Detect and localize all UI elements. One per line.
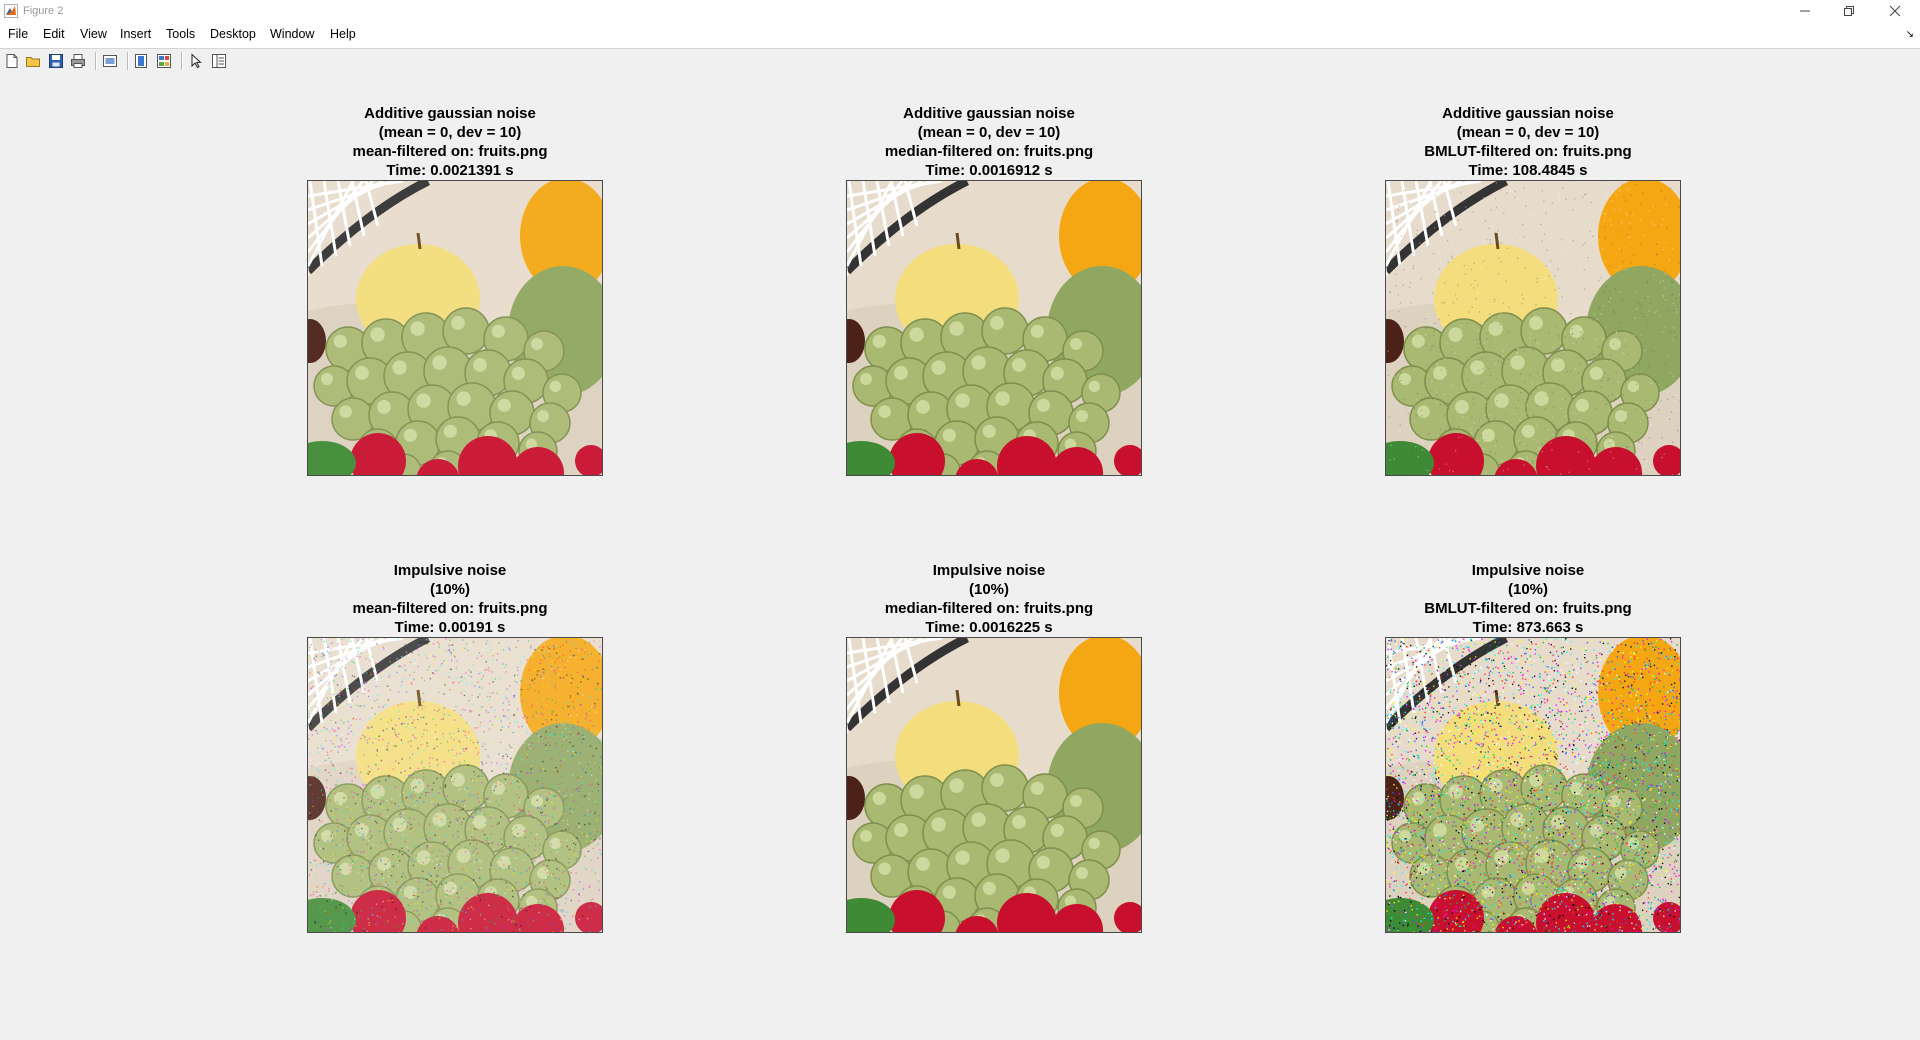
title-line-2: (mean = 0, dev = 10) (917, 124, 1061, 141)
subplot-title: Additive gaussian noise (mean = 0, dev =… (1378, 104, 1678, 180)
title-line-4: Time: 108.4845 s (1468, 162, 1588, 179)
print-button[interactable] (68, 51, 88, 71)
toolbar-separator (95, 52, 97, 70)
menu-desktop[interactable]: Desktop (210, 27, 256, 41)
edit-plot-arrow-icon (191, 53, 202, 69)
fruits-image (1386, 638, 1680, 932)
title-line-1: Impulsive noise (932, 562, 1046, 579)
image-axes[interactable] (1385, 180, 1681, 476)
fruits-image (308, 181, 602, 475)
property-inspector-icon (212, 54, 226, 68)
title-line-2: (mean = 0, dev = 10) (378, 124, 522, 141)
title-line-2: (10%) (968, 581, 1009, 598)
new-figure-icon (6, 54, 18, 68)
title-line-4: Time: 873.663 s (1472, 619, 1584, 636)
link-plot-button[interactable] (100, 51, 120, 71)
matlab-icon (4, 4, 18, 18)
save-button[interactable] (46, 51, 66, 71)
fruits-image (847, 638, 1141, 932)
insert-colorbar-button[interactable] (131, 51, 151, 71)
title-line-4: Time: 0.0021391 s (386, 162, 514, 179)
insert-legend-icon (157, 54, 171, 68)
minimize-icon (1800, 10, 1810, 12)
open-file-button[interactable] (23, 51, 43, 71)
property-inspector-button[interactable] (209, 51, 229, 71)
close-icon (1889, 5, 1901, 17)
title-line-3: median-filtered on: fruits.png (884, 600, 1094, 617)
figure-toolbar (0, 49, 1920, 73)
window-title: Figure 2 (23, 5, 64, 17)
title-line-3: BMLUT-filtered on: fruits.png (1424, 143, 1632, 160)
title-line-3: mean-filtered on: fruits.png (352, 143, 548, 160)
restore-button[interactable] (1826, 0, 1872, 22)
title-line-2: (10%) (429, 581, 470, 598)
subplot-title: Additive gaussian noise (mean = 0, dev =… (300, 104, 600, 180)
title-line-1: Additive gaussian noise (364, 105, 536, 122)
toolbar-separator (127, 52, 129, 70)
image-axes[interactable] (846, 637, 1142, 933)
image-axes[interactable] (307, 180, 603, 476)
menu-view[interactable]: View (80, 27, 107, 41)
restore-icon (1844, 6, 1854, 16)
fruits-image (847, 181, 1141, 475)
title-line-4: Time: 0.00191 s (394, 619, 506, 636)
title-line-3: BMLUT-filtered on: fruits.png (1424, 600, 1632, 617)
title-line-3: median-filtered on: fruits.png (884, 143, 1094, 160)
fruits-image (1386, 181, 1680, 475)
title-line-2: (10%) (1507, 581, 1548, 598)
undock-arrow-icon[interactable]: ↘ (1906, 29, 1914, 40)
title-line-1: Impulsive noise (1471, 562, 1585, 579)
image-axes[interactable] (846, 180, 1142, 476)
link-plot-icon (103, 55, 117, 67)
title-line-1: Additive gaussian noise (903, 105, 1075, 122)
print-icon (71, 54, 85, 68)
subplot-title: Impulsive noise (10%) mean-filtered on: … (300, 561, 600, 637)
save-icon (49, 54, 63, 68)
title-line-3: mean-filtered on: fruits.png (352, 600, 548, 617)
menu-edit[interactable]: Edit (43, 27, 65, 41)
subplot-title: Impulsive noise (10%) median-filtered on… (839, 561, 1139, 637)
title-line-1: Impulsive noise (393, 562, 507, 579)
insert-legend-button[interactable] (154, 51, 174, 71)
close-button[interactable] (1872, 0, 1918, 22)
window-title-bar: Figure 2 (0, 0, 1920, 22)
image-axes[interactable] (1385, 637, 1681, 933)
fruits-image (308, 638, 602, 932)
title-line-1: Additive gaussian noise (1442, 105, 1614, 122)
menu-bar: File Edit View Insert Tools Desktop Wind… (0, 22, 1920, 49)
image-axes[interactable] (307, 637, 603, 933)
open-file-icon (26, 57, 40, 67)
menu-help[interactable]: Help (330, 27, 356, 41)
title-line-2: (mean = 0, dev = 10) (1456, 124, 1600, 141)
subplot-title: Impulsive noise (10%) BMLUT-filtered on:… (1378, 561, 1678, 637)
edit-plot-button[interactable] (186, 51, 206, 71)
menu-tools[interactable]: Tools (166, 27, 195, 41)
menu-insert[interactable]: Insert (120, 27, 151, 41)
title-line-4: Time: 0.0016912 s (925, 162, 1053, 179)
toolbar-separator (181, 52, 183, 70)
insert-colorbar-icon (135, 54, 147, 68)
minimize-button[interactable] (1782, 0, 1828, 22)
new-figure-button[interactable] (2, 51, 22, 71)
menu-file[interactable]: File (8, 27, 28, 41)
title-line-4: Time: 0.0016225 s (925, 619, 1053, 636)
subplot-title: Additive gaussian noise (mean = 0, dev =… (839, 104, 1139, 180)
menu-window[interactable]: Window (270, 27, 314, 41)
